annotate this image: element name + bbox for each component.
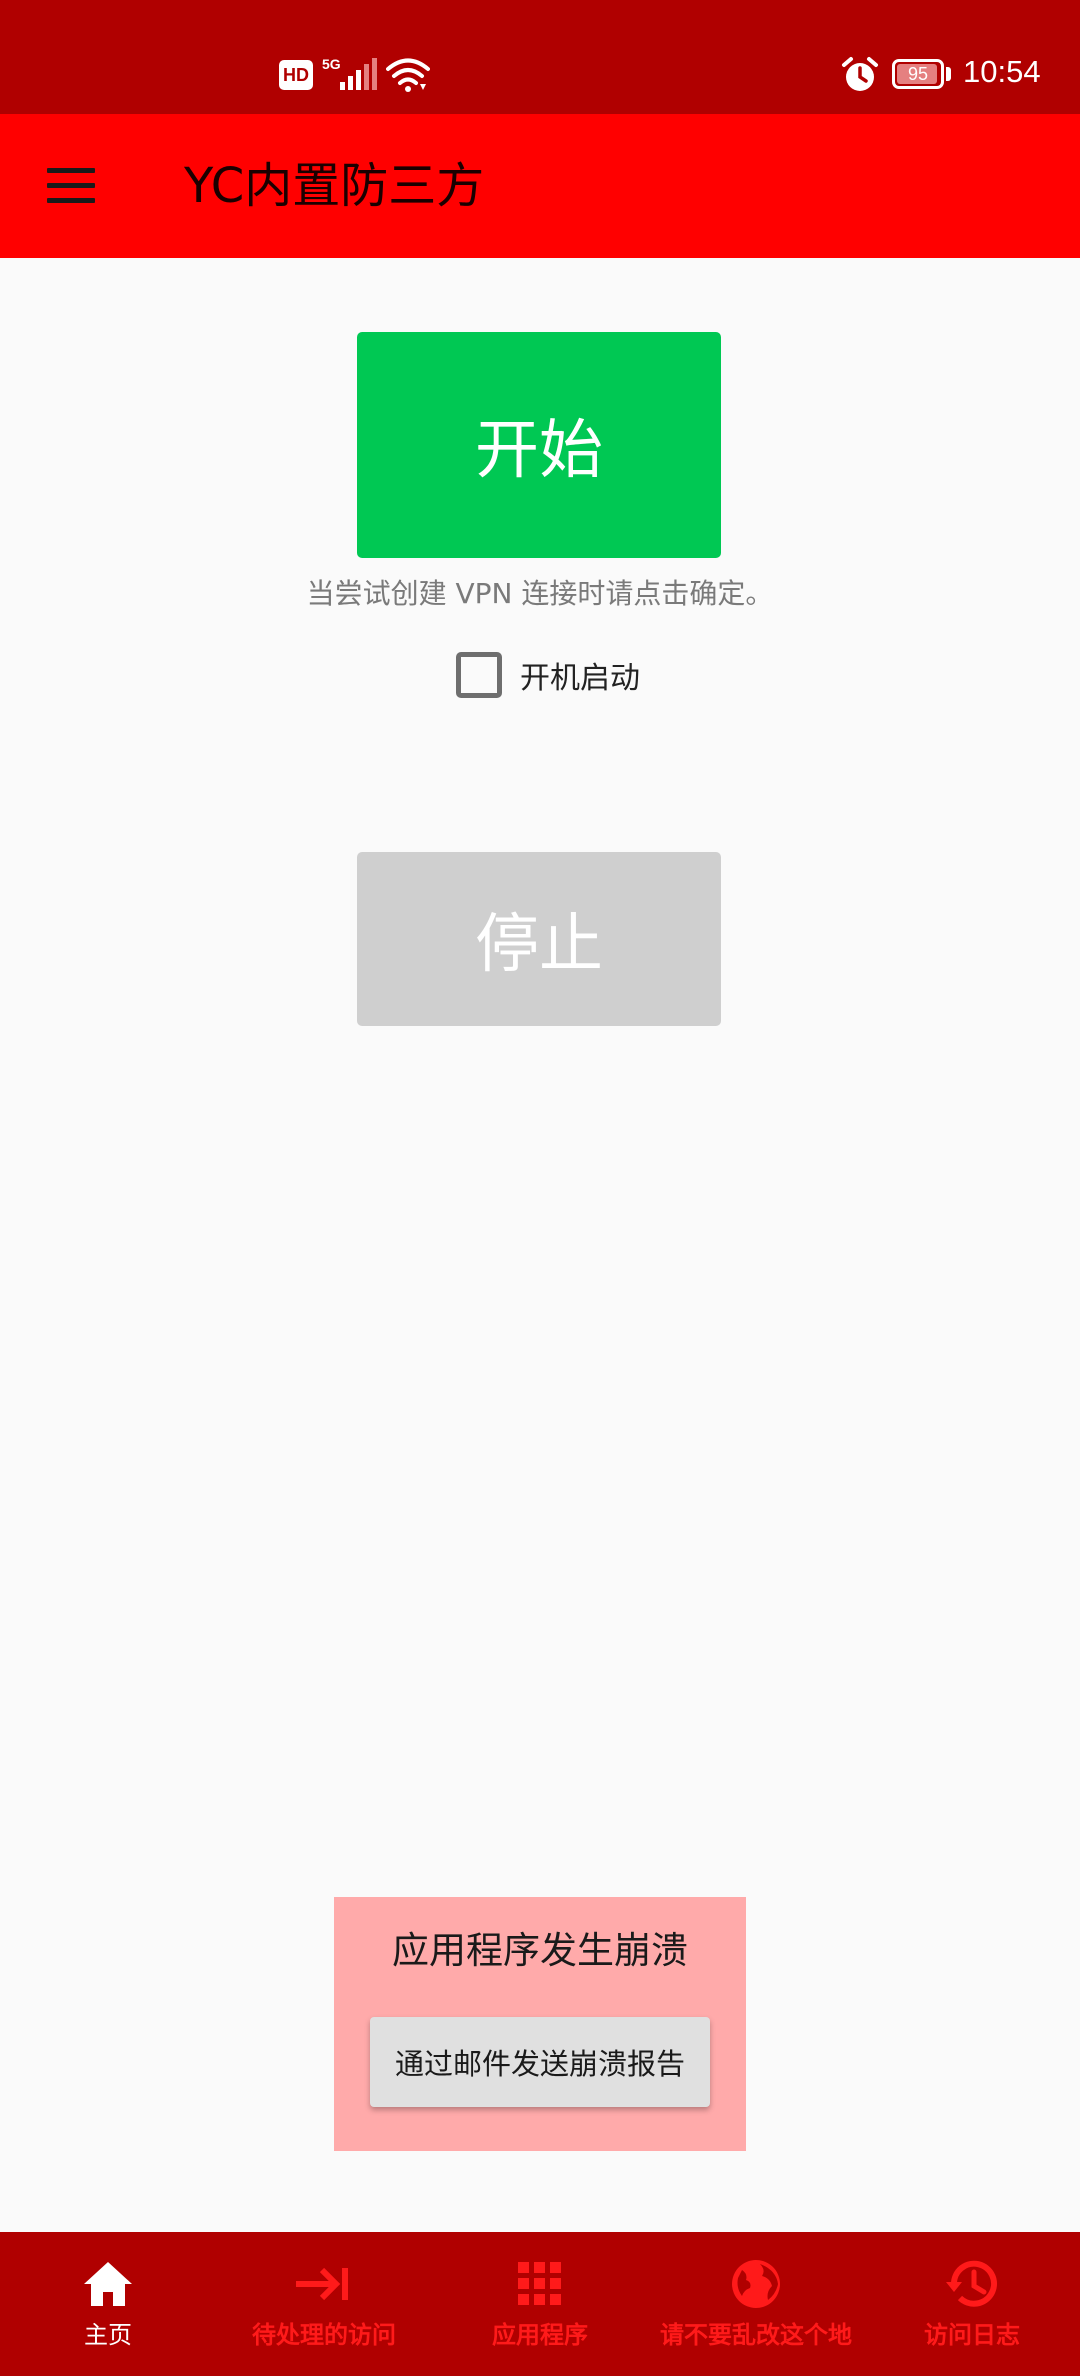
battery-tip: [946, 67, 951, 81]
vpn-hint-text: 当尝试创建 VPN 连接时请点击确定。: [306, 577, 774, 610]
network-type-label: 5G: [322, 56, 341, 72]
hamburger-menu-icon: [47, 167, 95, 203]
nav-item-access-log[interactable]: 访问日志: [864, 2232, 1080, 2376]
crash-panel: 应用程序发生崩溃 通过邮件发送崩溃报告: [334, 1897, 746, 2151]
nav-item-home[interactable]: 主页: [0, 2232, 216, 2376]
nav-item-pending-access[interactable]: 待处理的访问: [216, 2232, 432, 2376]
start-button[interactable]: 开始: [357, 332, 721, 558]
nav-label: 应用程序: [492, 2321, 588, 2349]
nav-label: 待处理的访问: [252, 2321, 396, 2349]
screen: HD 5G 95 10:54 YC内置防三方 开始 当尝试创建 VPN 连接时请…: [0, 0, 1080, 2376]
battery-icon: 95: [892, 59, 944, 89]
status-bar: HD 5G 95 10:54: [0, 0, 1080, 114]
wifi-icon: [386, 58, 430, 92]
stop-button[interactable]: 停止: [357, 852, 721, 1026]
autostart-option[interactable]: 开机启动: [456, 650, 640, 700]
alarm-icon: [841, 56, 879, 94]
nav-item-settings-warning[interactable]: 请不要乱改这个地: [648, 2232, 864, 2376]
bottom-navigation: 主页 待处理的访问 应用程序 请不要乱改这个地 访问日志: [0, 2232, 1080, 2376]
app-bar: YC内置防三方: [0, 114, 1080, 258]
status-time: 10:54: [963, 54, 1041, 89]
menu-button[interactable]: [36, 150, 106, 220]
globe-icon: [732, 2260, 780, 2308]
nav-label: 主页: [84, 2321, 132, 2349]
crash-title: 应用程序发生崩溃: [392, 1929, 688, 1972]
hd-badge: HD: [279, 60, 313, 90]
autostart-label: 开机启动: [520, 661, 640, 696]
nav-label: 请不要乱改这个地: [660, 2321, 852, 2349]
history-icon: [946, 2260, 997, 2307]
app-title: YC内置防三方: [184, 158, 485, 214]
nav-item-apps[interactable]: 应用程序: [432, 2232, 648, 2376]
apps-grid-icon: [518, 2262, 561, 2305]
send-crash-report-button[interactable]: 通过邮件发送崩溃报告: [370, 2017, 710, 2107]
nav-label: 访问日志: [924, 2321, 1020, 2349]
arrow-to-bar-icon: [296, 2267, 348, 2301]
home-icon: [84, 2262, 132, 2306]
battery-percent: 95: [907, 64, 929, 84]
signal-icon: [340, 58, 378, 90]
autostart-checkbox[interactable]: [456, 652, 502, 698]
